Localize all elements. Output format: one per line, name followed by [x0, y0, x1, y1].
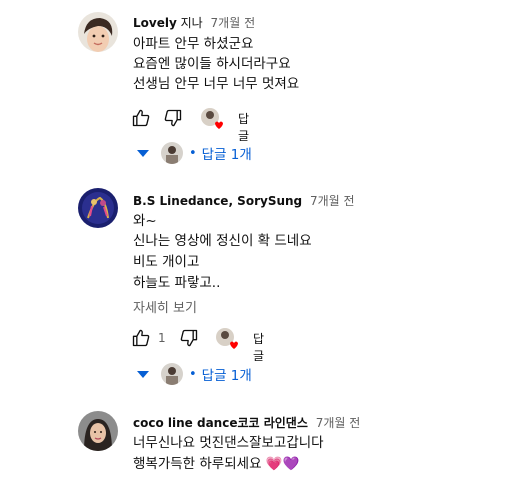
- comment-text-line: 너무신나요 멋진댄스잘보고갑니다: [133, 435, 324, 451]
- avatar[interactable]: [78, 12, 118, 52]
- heart-icon: [215, 121, 223, 129]
- comment-text-line: 와~: [133, 213, 157, 229]
- reply-count[interactable]: 답글 1개: [202, 364, 252, 384]
- dislike-button[interactable]: [179, 326, 199, 350]
- comment-text-line: 아파트 안무 하셨군요: [133, 36, 254, 52]
- comment-header: coco line dance코코 라인댄스 7개월 전: [133, 414, 360, 431]
- dislike-button[interactable]: [163, 106, 183, 130]
- comment-text-line: 하늘도 파랗고..: [133, 275, 221, 291]
- comment-text-line: 선생님 안무 너무 너무 멋져요: [133, 76, 300, 92]
- avatar[interactable]: [78, 188, 118, 228]
- avatar[interactable]: [78, 411, 118, 451]
- author-name-suffix[interactable]: 지나: [181, 16, 203, 30]
- comment-text-line: 행복가득한 하루되세요 💗💜: [133, 456, 300, 472]
- like-button[interactable]: [131, 106, 151, 130]
- thumb-up-icon: [132, 109, 150, 127]
- author-name[interactable]: Lovely: [133, 16, 177, 30]
- view-replies-button[interactable]: • 답글 1개: [137, 141, 252, 165]
- separator-dot: •: [189, 366, 197, 382]
- comment-text-line: 요즘엔 많이들 하시더라구요: [133, 56, 291, 72]
- reply-avatar: [161, 142, 183, 164]
- expand-triangle-icon: [137, 370, 149, 378]
- read-more-link[interactable]: 자세히 보기: [133, 297, 197, 316]
- like-count: 1: [158, 331, 166, 345]
- author-name[interactable]: B.S Linedance, SorySung: [133, 194, 302, 208]
- thumb-down-icon: [180, 329, 198, 347]
- reply-count[interactable]: 답글 1개: [202, 143, 252, 163]
- separator-dot: •: [189, 145, 197, 161]
- comment-time[interactable]: 7개월 전: [310, 194, 355, 208]
- heart-icon: [230, 341, 238, 349]
- like-button[interactable]: [131, 326, 151, 350]
- thumb-down-icon: [164, 109, 182, 127]
- comment-header: Lovely 지나 7개월 전: [133, 14, 255, 31]
- reply-avatar: [161, 363, 183, 385]
- comment-text-line: 신나는 영상에 정신이 확 드네요: [133, 233, 312, 249]
- comment-time[interactable]: 7개월 전: [316, 416, 361, 430]
- thumb-up-icon: [132, 329, 150, 347]
- creator-heart: [215, 327, 238, 349]
- reply-button[interactable]: 답글: [253, 330, 264, 364]
- author-name[interactable]: coco line dance코코 라인댄스: [133, 416, 308, 430]
- comment-header: B.S Linedance, SorySung 7개월 전: [133, 192, 355, 209]
- view-replies-button[interactable]: • 답글 1개: [137, 362, 252, 386]
- comment-text-line: 비도 개이고: [133, 254, 200, 270]
- reply-button[interactable]: 답글: [238, 110, 249, 144]
- expand-triangle-icon: [137, 149, 149, 157]
- creator-heart: [200, 107, 223, 129]
- comment-time[interactable]: 7개월 전: [211, 16, 256, 30]
